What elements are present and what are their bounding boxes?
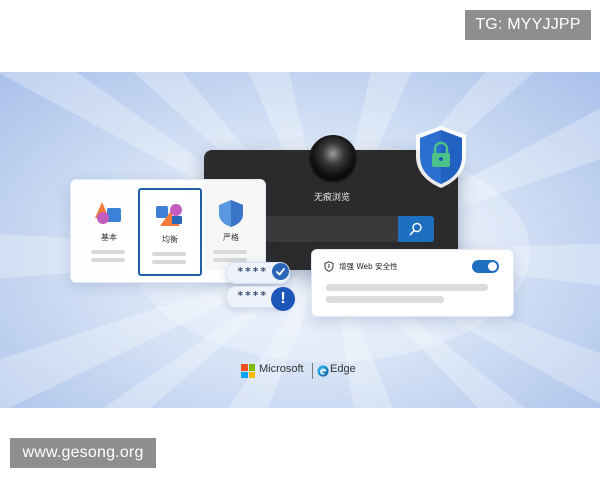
incognito-search-button[interactable] [398,216,434,242]
brand-divider [312,363,313,379]
placeholder-bar [326,296,444,303]
safe-web-card: 增强 Web 安全性 [311,249,514,317]
placeholder-bar [213,250,247,254]
edge-privacy-banner: 无痕浏览 基本 均衡 严格 **** **** ! 增强 Web 安全性 Mic… [0,72,600,408]
tracking-option-basic[interactable]: 基本 [79,188,139,272]
incognito-avatar [309,135,357,183]
tracking-option-strict[interactable]: 严格 [201,188,261,272]
basic-shapes-icon [95,202,121,224]
alert-icon: ! [271,287,295,311]
tracking-option-balanced[interactable]: 均衡 [138,188,202,276]
lock-shield-icon [416,126,466,188]
tracking-option-label: 严格 [223,233,239,242]
safe-web-toggle[interactable] [472,260,499,273]
masked-password: **** [237,289,268,302]
tracking-option-label: 均衡 [162,235,178,244]
microsoft-logo-icon [241,364,255,378]
masked-password: **** [237,265,268,278]
watermark-bottom: www.gesong.org [10,438,156,468]
edge-logo-icon [317,365,329,377]
microsoft-wordmark: Microsoft [259,363,304,375]
check-icon [272,263,289,280]
shield-outline-icon [324,261,334,272]
placeholder-bar [326,284,488,291]
strict-shield-icon [219,200,243,227]
search-icon [409,222,422,236]
safe-web-label: 增强 Web 安全性 [339,262,398,271]
placeholder-bar [152,252,186,256]
balanced-shapes-icon [156,204,182,226]
watermark-top: TG: MYYJJPP [465,10,591,40]
placeholder-bar [152,260,186,264]
incognito-title: 无痕浏览 [313,193,350,203]
edge-wordmark: Edge [330,363,356,375]
toggle-knob [488,262,497,271]
placeholder-bar [91,258,125,262]
placeholder-bar [91,250,125,254]
tracking-option-label: 基本 [101,233,117,242]
